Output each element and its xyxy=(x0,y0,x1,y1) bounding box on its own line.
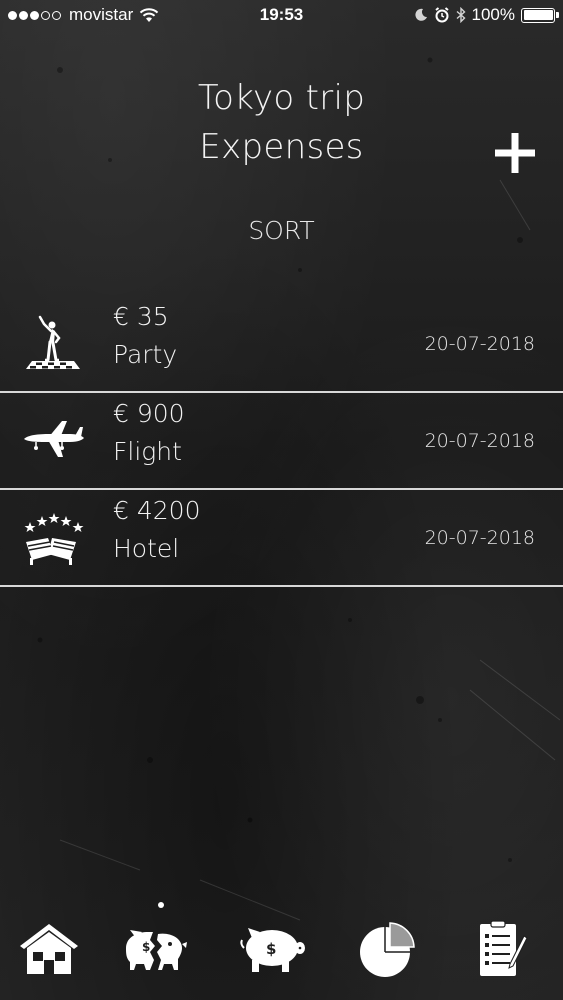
expense-date: 20-07-2018 xyxy=(424,527,535,549)
svg-text:$: $ xyxy=(142,940,150,954)
page-title-section: Expenses xyxy=(199,127,364,167)
sort-button[interactable]: SORT xyxy=(0,216,563,245)
expense-category: Hotel xyxy=(113,534,180,563)
tab-income[interactable]: $ xyxy=(238,918,308,982)
party-dancer-icon xyxy=(26,315,80,369)
expense-category: Party xyxy=(113,340,178,369)
battery-icon xyxy=(521,7,559,23)
expense-date: 20-07-2018 xyxy=(424,333,535,355)
expense-amount: € 4200 xyxy=(113,496,201,525)
battery-percentage: 100% xyxy=(471,5,515,24)
moon-icon xyxy=(414,8,427,21)
expense-category: Flight xyxy=(113,437,182,466)
tab-statistics[interactable] xyxy=(352,918,422,982)
tab-bar: $ $ xyxy=(0,918,563,988)
tab-home[interactable] xyxy=(14,918,84,982)
expense-amount: € 35 xyxy=(113,302,169,331)
status-bar: movistar 19:53 100% xyxy=(0,0,563,34)
broken-piggy-bank-icon: $ xyxy=(126,930,187,970)
tab-expenses[interactable]: $ xyxy=(120,918,190,982)
piggy-bank-icon: $ xyxy=(240,928,305,972)
expense-date: 20-07-2018 xyxy=(424,430,535,452)
expense-list: € 35 Party 20-07-2018 € 900 Flight 20-07… xyxy=(0,296,563,587)
expense-row-party[interactable]: € 35 Party 20-07-2018 xyxy=(0,296,563,393)
expense-row-hotel[interactable]: € 4200 Hotel 20-07-2018 xyxy=(0,490,563,587)
plus-icon xyxy=(495,133,535,173)
expense-row-flight[interactable]: € 900 Flight 20-07-2018 xyxy=(0,393,563,490)
page-title-trip: Tokyo trip xyxy=(197,78,366,118)
home-icon xyxy=(20,924,78,974)
airplane-icon xyxy=(24,421,84,457)
alarm-icon xyxy=(434,7,449,23)
bluetooth-icon xyxy=(456,7,466,23)
tab-report[interactable] xyxy=(464,918,534,982)
add-expense-button[interactable] xyxy=(493,131,537,175)
hotel-stars-icon xyxy=(24,513,84,565)
report-clipboard-icon xyxy=(480,920,528,976)
decorative-dot xyxy=(158,902,164,908)
svg-text:$: $ xyxy=(266,940,276,958)
status-right: 100% xyxy=(408,5,559,25)
pie-chart-icon xyxy=(360,922,415,977)
expense-amount: € 900 xyxy=(113,399,185,428)
